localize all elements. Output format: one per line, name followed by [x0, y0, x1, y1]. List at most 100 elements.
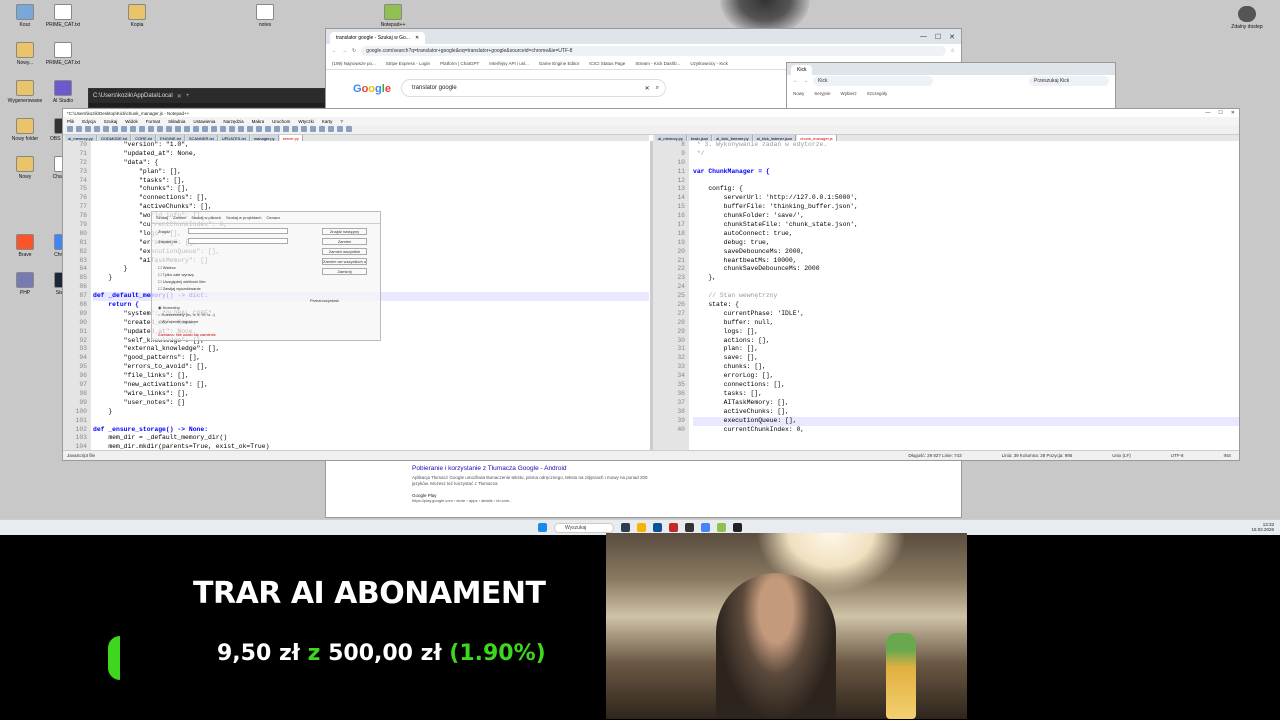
kick-menu-item[interactable]: Nowy	[793, 91, 804, 96]
toolbar-button-icon[interactable]	[310, 126, 316, 132]
code-line[interactable]: var ChunkManager = {	[693, 168, 1239, 177]
toolbar-button-icon[interactable]	[283, 126, 289, 132]
code-area[interactable]: * 3. Wykonywanie zadań w edytorze. */ var…	[693, 141, 1239, 450]
back-icon[interactable]: ←	[332, 48, 337, 54]
forward-icon[interactable]: →	[342, 48, 347, 54]
bookmark-item[interactable]: Stream - Kick Dashb...	[635, 61, 680, 66]
minimize-icon[interactable]: —	[1205, 110, 1210, 116]
toolbar-button-icon[interactable]	[130, 126, 136, 132]
bookmark-item[interactable]: (199) Najnowsze po...	[332, 61, 376, 66]
task-view-icon[interactable]	[621, 523, 630, 532]
mode-radio[interactable]: ○ Wyrażenie regularne	[158, 318, 215, 325]
code-line[interactable]: "version": "1.0",	[93, 141, 649, 150]
desktop-icon-remote[interactable]: Zdalny dostep	[1222, 6, 1272, 30]
start-icon[interactable]	[538, 523, 547, 532]
result-title[interactable]: Pobieranie i korzystanie z Tłumacza Goog…	[412, 465, 652, 472]
dialog-button[interactable]: Zamień	[322, 238, 367, 245]
code-line[interactable]: mem_dir.mkdir(parents=True, exist_ok=Tru…	[93, 443, 649, 450]
chrome-tab[interactable]: translator google - Szukaj w Go... ✕	[330, 32, 426, 44]
option-checkbox[interactable]: ☐ Wstecz	[158, 264, 206, 271]
dialog-tab[interactable]: Szukaj w plikach	[191, 215, 221, 220]
option-checkbox[interactable]: ☐ Zawijaj wyszukiwanie	[158, 285, 206, 292]
code-line[interactable]: chunkFolder: 'save/',	[693, 212, 1239, 221]
code-line[interactable]: "wire_links": [],	[93, 390, 649, 399]
code-line[interactable]: autoConnect: true,	[693, 230, 1239, 239]
dialog-tab[interactable]: Szukaj	[156, 215, 168, 220]
back-icon[interactable]: ←	[793, 78, 798, 84]
code-line[interactable]: "data": {	[93, 159, 649, 168]
toolbar-button-icon[interactable]	[139, 126, 145, 132]
code-line[interactable]	[693, 283, 1239, 292]
clear-icon[interactable]: ✕	[645, 85, 650, 92]
code-line[interactable]	[93, 417, 649, 426]
code-line[interactable]: }	[93, 408, 649, 417]
toolbar-button-icon[interactable]	[67, 126, 73, 132]
code-line[interactable]: "updated_at": None,	[93, 150, 649, 159]
menu-item[interactable]: Uruchom	[272, 119, 290, 124]
store-icon[interactable]	[653, 523, 662, 532]
desktop-icon[interactable]: PRIME_CAT.txt	[38, 4, 88, 28]
replace-input[interactable]	[188, 238, 288, 244]
code-line[interactable]: serverUrl: 'http://127.0.0.1:5000',	[693, 194, 1239, 203]
code-line[interactable]: bufferFile: 'thinking_buffer.json',	[693, 203, 1239, 212]
toolbar-button-icon[interactable]	[292, 126, 298, 132]
code-line[interactable]: // Stan wewnętrzny	[693, 292, 1239, 301]
menu-item[interactable]: Format	[146, 119, 160, 124]
code-line[interactable]: buffer: null,	[693, 319, 1239, 328]
maximize-icon[interactable]: ☐	[1218, 110, 1222, 116]
dialog-tab[interactable]: Szukaj w projektach	[226, 215, 262, 220]
kick-window[interactable]: Kick ← → Kick Przeszukaj Kick Nowy Seryjn…	[786, 62, 1116, 110]
toolbar-button-icon[interactable]	[103, 126, 109, 132]
notepadpp-icon[interactable]	[717, 523, 726, 532]
toolbar-button-icon[interactable]	[211, 126, 217, 132]
code-line[interactable]: "plan": [],	[93, 168, 649, 177]
code-line[interactable]: "chunks": [],	[93, 185, 649, 194]
code-line[interactable]: plan: [],	[693, 345, 1239, 354]
bookmark-item[interactable]: Stripe Express - Login	[386, 61, 430, 66]
code-line[interactable]: "new_activations": [],	[93, 381, 649, 390]
dialog-tab[interactable]: Oznacz	[267, 215, 281, 220]
toolbar-button-icon[interactable]	[301, 126, 307, 132]
toolbar-button-icon[interactable]	[184, 126, 190, 132]
toolbar-button-icon[interactable]	[238, 126, 244, 132]
code-line[interactable]: saveDebounceMs: 2000,	[693, 248, 1239, 257]
close-icon[interactable]: ✕	[949, 33, 955, 41]
dialog-button[interactable]: Zamień wszystkie	[322, 248, 367, 255]
right-editor[interactable]: 8 9 10 11 12 13 14 15 16 17 18 19 20 21 22 23 24 25 26 27 28…	[653, 141, 1239, 450]
toolbar-button-icon[interactable]	[256, 126, 262, 132]
toolbar-button-icon[interactable]	[76, 126, 82, 132]
bookmark-item[interactable]: Uzytkownicy - Kick	[690, 61, 728, 66]
toolbar-button-icon[interactable]	[121, 126, 127, 132]
minimize-icon[interactable]: —	[920, 33, 927, 41]
code-line[interactable]: chunkSaveDebounceMs: 2000	[693, 265, 1239, 274]
search-icon[interactable]: ⌕	[656, 85, 665, 92]
code-line[interactable]: debug: true,	[693, 239, 1239, 248]
code-line[interactable]: AITaskMemory: [],	[693, 399, 1239, 408]
toolbar-button-icon[interactable]	[247, 126, 253, 132]
code-line[interactable]: "external_knowledge": [],	[93, 345, 649, 354]
forward-icon[interactable]: →	[803, 78, 808, 84]
code-line[interactable]: actions: [],	[693, 337, 1239, 346]
code-line[interactable]: "good_patterns": [],	[93, 354, 649, 363]
code-line[interactable]	[693, 177, 1239, 186]
toolbar-button-icon[interactable]	[175, 126, 181, 132]
code-line[interactable]: "user_notes": []	[93, 399, 649, 408]
maximize-icon[interactable]: ☐	[935, 33, 941, 41]
desktop-icon[interactable]: Kopia	[112, 4, 162, 28]
toolbar-button-icon[interactable]	[193, 126, 199, 132]
code-line[interactable]: executionQueue: [],	[693, 416, 1239, 426]
system-tray[interactable]: 13:33 16.02.2026	[1251, 522, 1274, 532]
desktop-icon[interactable]: AI Studio	[38, 80, 88, 104]
menu-item[interactable]: Narzędzia	[223, 119, 243, 124]
address-bar[interactable]: google.com/search?q=translator+google&oq…	[361, 46, 946, 56]
menu-item[interactable]: Ustawienia	[193, 119, 215, 124]
obs-icon[interactable]	[669, 523, 678, 532]
code-line[interactable]: */	[693, 150, 1239, 159]
code-line[interactable]: activeChunks: [],	[693, 408, 1239, 417]
reload-icon[interactable]: ↻	[352, 48, 356, 54]
close-icon[interactable]: ✕	[415, 35, 419, 41]
dialog-button[interactable]: Znajdź następny	[322, 228, 367, 235]
toolbar-button-icon[interactable]	[274, 126, 280, 132]
toolbar-button-icon[interactable]	[229, 126, 235, 132]
code-line[interactable]: "file_links": [],	[93, 372, 649, 381]
